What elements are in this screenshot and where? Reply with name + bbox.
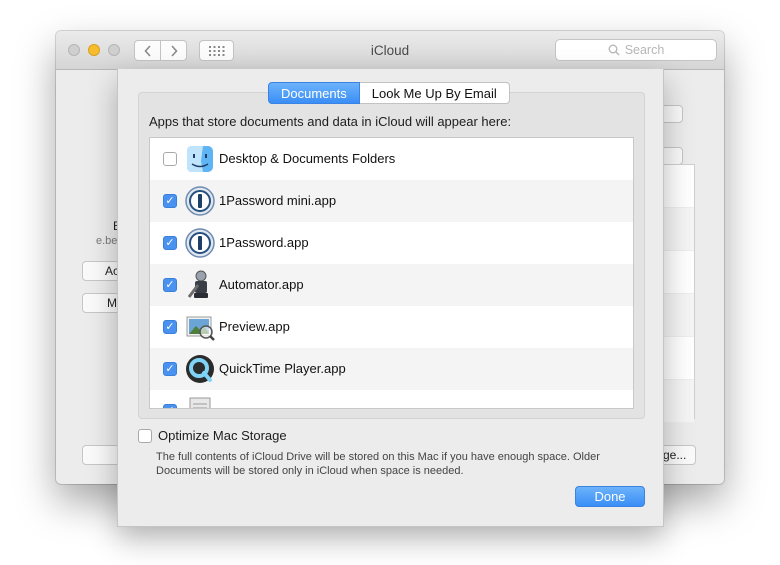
app-label: Preview.app <box>219 319 290 334</box>
list-item: ✓ Automator.app <box>150 264 633 306</box>
tab-look-me-up-by-email[interactable]: Look Me Up By Email <box>359 82 510 104</box>
automator-icon <box>187 270 208 298</box>
app-label: 1Password.app <box>219 235 309 250</box>
search-icon <box>608 44 620 56</box>
app-label: 1Password mini.app <box>219 193 337 208</box>
list-item: ✓ Preview.app <box>150 306 633 348</box>
app-checkbox[interactable]: ✓ <box>163 194 177 208</box>
app-checkbox[interactable]: ✓ <box>163 278 177 292</box>
1password-icon <box>185 228 215 258</box>
optimize-storage-checkbox[interactable] <box>138 428 152 443</box>
app-checkbox[interactable]: ✓ <box>163 404 177 408</box>
segmented-control: Documents Look Me Up By Email <box>268 82 510 104</box>
preview-icon <box>186 316 215 341</box>
search-input[interactable]: Search <box>555 39 717 61</box>
icloud-drive-options-sheet: Documents Look Me Up By Email Apps that … <box>117 69 664 527</box>
app-checkbox[interactable]: ✓ <box>163 362 177 376</box>
tab-documents[interactable]: Documents <box>268 82 360 104</box>
optimize-storage-note: The full contents of iCloud Drive will b… <box>156 451 600 477</box>
app-checkbox[interactable] <box>163 152 177 166</box>
app-checkbox[interactable]: ✓ <box>163 236 177 250</box>
list-item: ✓ 1Password.app <box>150 222 633 264</box>
app-label: Desktop & Documents Folders <box>219 151 396 166</box>
done-button[interactable]: Done <box>575 486 645 507</box>
quicktime-icon <box>186 355 214 383</box>
apps-list[interactable]: Desktop & Documents Folders ✓ 1Password … <box>149 137 634 409</box>
list-item: Desktop & Documents Folders <box>150 138 633 180</box>
1password-icon <box>185 186 215 216</box>
search-placeholder: Search <box>624 43 665 57</box>
finder-icon <box>187 146 213 172</box>
optimize-storage-label: Optimize Mac Storage <box>158 428 287 443</box>
list-item: ✓ QuickTime Player.app <box>150 348 633 390</box>
documents-description: Apps that store documents and data in iC… <box>149 114 512 129</box>
title-bar: iCloud Search <box>56 31 724 70</box>
account-email-partial: e.be <box>96 235 118 247</box>
list-item: ✓ <box>150 390 633 408</box>
optimize-storage-option[interactable]: Optimize Mac Storage <box>138 428 287 443</box>
app-label: QuickTime Player.app <box>219 361 346 376</box>
app-label: Automator.app <box>219 277 304 292</box>
script-editor-icon <box>189 397 211 408</box>
app-checkbox[interactable]: ✓ <box>163 320 177 334</box>
list-item: ✓ 1Password mini.app <box>150 180 633 222</box>
